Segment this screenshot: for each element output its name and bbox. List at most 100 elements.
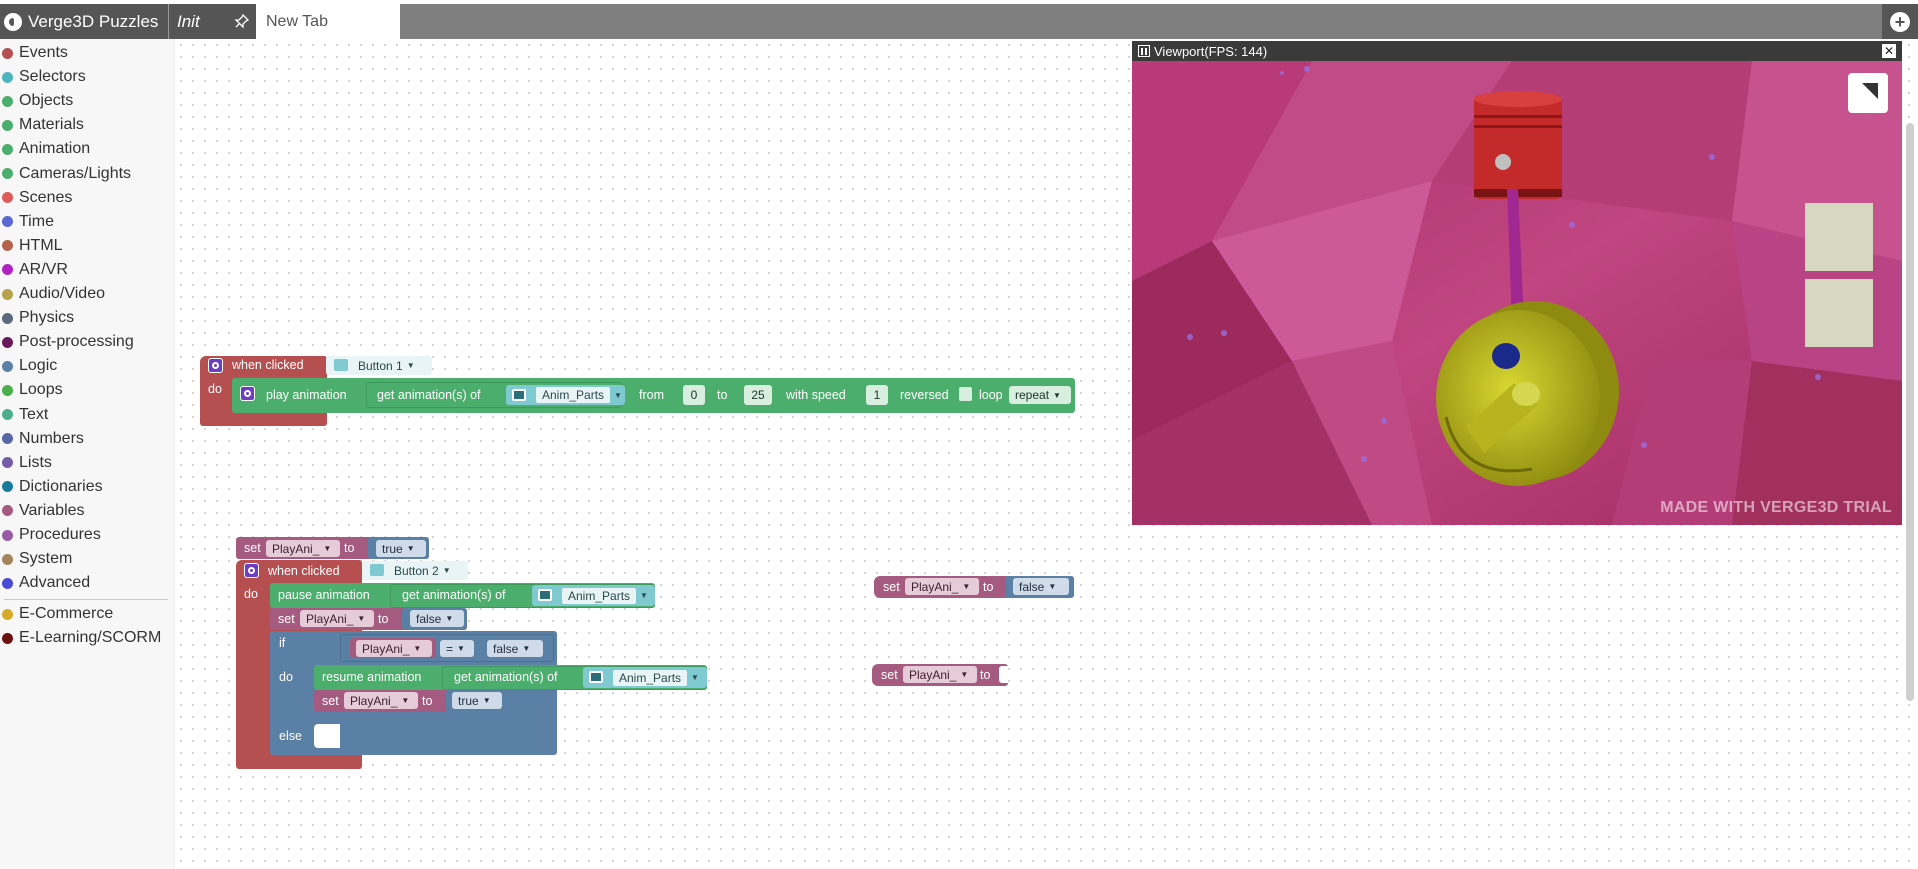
button2-object-field[interactable]: Button 2 ▼ [362, 561, 468, 580]
sidebar-item-label: Selectors [19, 68, 86, 86]
sidebar-item-label: System [19, 550, 73, 568]
object-icon [512, 389, 526, 401]
sidebar-item-time[interactable]: Time [2, 211, 54, 233]
top-bar: Verge3D Puzzles Init New Tab + [0, 4, 1918, 39]
trial-watermark: MADE WITH VERGE3D TRIAL [1660, 499, 1892, 516]
category-color-dot [2, 168, 13, 179]
sidebar-item-text[interactable]: Text [2, 404, 48, 426]
true-value-dropdown[interactable]: true ▼ [376, 540, 426, 557]
when-clicked-label: when clicked [232, 358, 304, 372]
plus-icon: + [1890, 11, 1910, 32]
sidebar-item-objects[interactable]: Objects [2, 90, 73, 112]
object-icon [538, 589, 552, 601]
viewport-ui-button-2[interactable] [1805, 279, 1873, 347]
get-animation-label: get animation(s) of [377, 388, 481, 402]
sidebar-item-label: E-Learning/SCORM [19, 629, 162, 647]
gear-icon[interactable] [240, 386, 255, 401]
sidebar-item-system[interactable]: System [2, 548, 72, 570]
get-animation-label: get animation(s) of [402, 588, 506, 602]
sidebar-item-materials[interactable]: Materials [2, 114, 84, 136]
gear-icon[interactable] [208, 358, 223, 373]
sidebar-item-events[interactable]: Events [2, 42, 68, 64]
sidebar-item-label: Scenes [19, 188, 73, 206]
add-tab-button[interactable]: + [1882, 4, 1918, 39]
empty-value-socket[interactable] [999, 666, 1008, 683]
sidebar-item-label: Lists [19, 453, 52, 471]
sidebar-item-cameras-lights[interactable]: Cameras/Lights [2, 163, 131, 185]
sidebar-item-label: Events [19, 44, 68, 61]
from-value-input[interactable]: 0 [683, 385, 705, 405]
playani-variable-dropdown[interactable]: PlayAni_ ▼ [905, 578, 979, 595]
button1-object-field[interactable]: Button 1 ▼ [326, 356, 432, 375]
sidebar-item-variables[interactable]: Variables [2, 500, 85, 522]
anim-parts-object-field[interactable]: Anim_Parts ▼ [532, 585, 655, 606]
to-label: to [422, 694, 433, 708]
playani-variable-dropdown[interactable]: PlayAni_ ▼ [903, 666, 977, 683]
sidebar-item-logic[interactable]: Logic [2, 355, 57, 377]
sidebar-item-label: Audio/Video [19, 285, 105, 302]
anim-parts-object-field[interactable]: Anim_Parts ▼ [583, 667, 707, 688]
equals-operator-dropdown[interactable]: = ▼ [440, 640, 474, 657]
tab-init-label: Init [177, 11, 200, 31]
sidebar-item-audio-video[interactable]: Audio/Video [2, 283, 105, 305]
sidebar-item-e-commerce[interactable]: E-Commerce [2, 603, 113, 625]
sidebar-item-ar-vr[interactable]: AR/VR [2, 259, 68, 281]
else-label: else [279, 729, 302, 743]
category-color-dot [2, 47, 13, 59]
sidebar-item-lists[interactable]: Lists [2, 452, 52, 474]
anim-parts-object-field[interactable]: Anim_Parts ▼ [506, 385, 625, 405]
sidebar-item-label: Objects [19, 92, 74, 110]
to-value-input[interactable]: 25 [744, 385, 772, 405]
playani-variable-dropdown[interactable]: PlayAni_ ▼ [356, 640, 432, 657]
category-color-dot [2, 608, 13, 620]
gear-icon[interactable] [244, 563, 259, 578]
sidebar-divider [4, 599, 168, 600]
sidebar-item-label: Numbers [19, 429, 84, 447]
true-value-dropdown[interactable]: true ▼ [452, 692, 502, 709]
false-compare-dropdown[interactable]: false ▼ [487, 640, 543, 657]
pin-icon[interactable] [234, 13, 250, 29]
sidebar-item-selectors[interactable]: Selectors [2, 66, 86, 88]
tab-new-tab[interactable]: New Tab [256, 4, 400, 39]
speed-value-input[interactable]: 1 [866, 385, 888, 405]
fullscreen-button[interactable] [1848, 73, 1888, 113]
set-label: set [881, 668, 898, 682]
category-color-dot [2, 553, 13, 565]
close-icon[interactable]: ✕ [1882, 44, 1896, 58]
category-color-dot [2, 433, 13, 445]
sidebar-item-numbers[interactable]: Numbers [2, 428, 84, 450]
else-empty-slot[interactable] [314, 724, 340, 748]
category-color-dot [2, 577, 13, 589]
sidebar-item-procedures[interactable]: Procedures [2, 524, 101, 546]
category-color-dot [2, 192, 13, 204]
sidebar-item-label: Dictionaries [19, 477, 103, 495]
sidebar-item-animation[interactable]: Animation [2, 138, 90, 160]
sidebar-item-advanced[interactable]: Advanced [2, 572, 90, 594]
playani-variable-dropdown[interactable]: PlayAni_ ▼ [300, 610, 374, 627]
category-color-dot [2, 632, 13, 644]
reversed-checkbox[interactable] [959, 387, 972, 401]
sidebar-item-scenes[interactable]: Scenes [2, 187, 72, 209]
sidebar-item-e-learning-scorm[interactable]: E-Learning/SCORM [2, 627, 161, 649]
false-value-dropdown[interactable]: false ▼ [410, 610, 464, 627]
category-color-dot [2, 71, 13, 83]
sidebar-item-html[interactable]: HTML [2, 235, 63, 257]
sidebar-item-post-processing[interactable]: Post-processing [2, 331, 134, 353]
category-color-dot [2, 336, 13, 348]
playani-variable-dropdown[interactable]: PlayAni_ ▼ [266, 540, 340, 557]
category-color-dot [2, 264, 13, 276]
workspace-scrollbar[interactable] [1906, 123, 1914, 701]
category-color-dot [2, 360, 13, 372]
sidebar-item-physics[interactable]: Physics [2, 307, 74, 329]
pause-icon[interactable] [1138, 45, 1150, 57]
viewport-ui-button-1[interactable] [1805, 203, 1873, 271]
category-color-dot [2, 529, 13, 541]
playani-variable-dropdown[interactable]: PlayAni_ ▼ [344, 692, 418, 709]
sidebar-item-dictionaries[interactable]: Dictionaries [2, 476, 103, 498]
app-brand[interactable]: Verge3D Puzzles [0, 4, 168, 39]
sidebar-item-loops[interactable]: Loops [2, 379, 63, 401]
get-animation-label: get animation(s) of [454, 670, 558, 684]
loop-mode-dropdown[interactable]: repeat ▼ [1009, 386, 1071, 404]
3d-scene-canvas[interactable]: MADE WITH VERGE3D TRIAL [1132, 61, 1902, 525]
false-value-dropdown[interactable]: false ▼ [1013, 578, 1069, 595]
